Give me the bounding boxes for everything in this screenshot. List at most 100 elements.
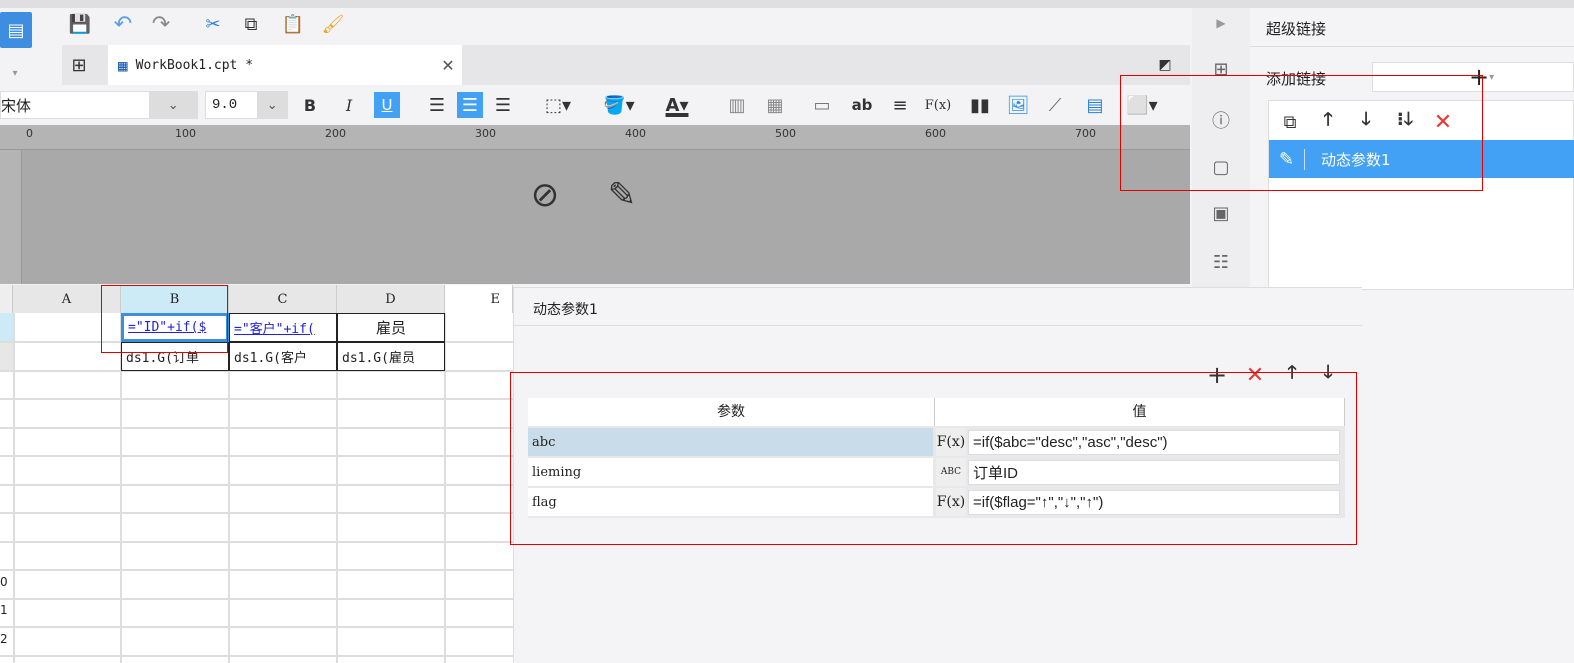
- expand-icon[interactable]: ◩: [1152, 52, 1178, 78]
- split-cells-icon[interactable]: ▦: [762, 92, 788, 118]
- cell-d2[interactable]: ds1.G(雇员: [337, 342, 445, 371]
- param-row[interactable]: flag F(x) =if($flag="↑","↓","↑"): [528, 488, 1345, 516]
- cell-c2[interactable]: ds1.G(客户: [229, 342, 337, 371]
- subreport-icon[interactable]: ▤: [1082, 92, 1108, 118]
- new-sheet-icon[interactable]: ⊞: [66, 52, 92, 78]
- cell-b2[interactable]: ds1.G(订单: [121, 342, 229, 371]
- move-up-icon[interactable]: 🡑: [1279, 362, 1305, 388]
- cell-info-icon[interactable]: ⓘ: [1208, 107, 1234, 133]
- fill-color-icon[interactable]: 🪣▾: [598, 92, 640, 118]
- link-item-dynamic-param[interactable]: ✎ 动态参数1: [1269, 140, 1574, 178]
- format-painter-icon[interactable]: 🖌: [320, 11, 346, 37]
- header-param: 参数: [528, 398, 935, 426]
- cell-border-icon[interactable]: ▢: [1208, 154, 1234, 180]
- cell-attributes-icon[interactable]: ⊞: [1208, 56, 1234, 82]
- row-number: 1: [0, 603, 8, 617]
- row-header-2[interactable]: [0, 342, 13, 371]
- cell-b1[interactable]: ="ID"+if($: [121, 313, 229, 342]
- move-down-icon[interactable]: 🡓: [1315, 362, 1341, 388]
- tab-label: WorkBook1.cpt *: [135, 57, 254, 73]
- chevron-down-icon: ⌄: [149, 92, 197, 118]
- grid-line: [0, 398, 513, 400]
- ruler-tick: 0: [26, 127, 33, 140]
- save-icon[interactable]: 💾: [67, 11, 93, 37]
- grid-line: [0, 569, 513, 571]
- formula-icon[interactable]: F(x): [925, 92, 952, 118]
- eye-slash-icon[interactable]: ⊘: [520, 172, 570, 218]
- move-bottom-icon[interactable]: ⁝🡓: [1392, 109, 1418, 135]
- bold-button[interactable]: B: [297, 92, 323, 118]
- string-type-icon[interactable]: ABC: [936, 458, 966, 486]
- cut-icon[interactable]: ✂: [200, 11, 226, 37]
- font-select[interactable]: 宋体 ⌄: [0, 91, 198, 119]
- column-header-a[interactable]: A: [13, 285, 121, 313]
- copy-icon[interactable]: ⧉: [238, 11, 264, 37]
- row-number: 0: [0, 575, 8, 589]
- merge-cells-icon[interactable]: ▥: [724, 92, 750, 118]
- param-row[interactable]: lieming ABC 订单ID: [528, 458, 1345, 486]
- delete-icon[interactable]: ✕: [1430, 109, 1456, 135]
- param-value[interactable]: =if($abc="desc","asc","desc"): [968, 430, 1340, 455]
- column-header-d[interactable]: D: [337, 285, 445, 313]
- horizontal-ruler: 0 100 200 300 400 500 600 700: [0, 125, 1190, 150]
- link-item-label: 动态参数1: [1321, 150, 1391, 169]
- chevron-down-icon: ⌄: [257, 92, 287, 118]
- param-value[interactable]: =if($flag="↑","↓","↑"): [968, 490, 1340, 515]
- slash-icon[interactable]: ⟋: [1042, 92, 1068, 118]
- ruler-tick: 600: [925, 127, 946, 140]
- align-center-icon[interactable]: ☰: [457, 92, 483, 118]
- param-table-header: 参数 值: [528, 398, 1345, 426]
- image-icon[interactable]: 🖼: [1005, 92, 1031, 118]
- app-logo-icon[interactable]: ▤: [0, 12, 32, 48]
- chart-icon[interactable]: ▮▮: [967, 92, 993, 118]
- add-link-dropdown[interactable]: + ▾: [1372, 62, 1574, 92]
- param-name[interactable]: flag: [528, 488, 933, 516]
- grid-line: [0, 484, 513, 486]
- ruler-tick: 100: [175, 127, 196, 140]
- formula-type-icon[interactable]: F(x): [936, 428, 966, 456]
- font-color-icon[interactable]: A▾: [655, 92, 699, 118]
- param-value[interactable]: 订单ID: [968, 460, 1340, 485]
- column-header-c[interactable]: C: [229, 285, 337, 313]
- text-icon[interactable]: ab: [849, 92, 875, 118]
- close-tab-icon[interactable]: ✕: [435, 52, 461, 78]
- copy-icon[interactable]: ⧉: [1277, 109, 1303, 135]
- param-name[interactable]: abc: [528, 428, 933, 456]
- row-number: 2: [0, 632, 8, 646]
- param-row[interactable]: abc F(x) =if($abc="desc","asc","desc"): [528, 428, 1345, 456]
- italic-button[interactable]: I: [336, 92, 362, 118]
- delete-param-icon[interactable]: ✕: [1242, 362, 1268, 388]
- undo-icon[interactable]: ↶: [110, 11, 136, 37]
- tab-workbook1[interactable]: ▦ WorkBook1.cpt *: [108, 45, 462, 85]
- move-up-icon[interactable]: 🡑: [1315, 109, 1341, 135]
- textbox-icon[interactable]: ▭: [809, 92, 835, 118]
- align-left-icon[interactable]: ☰: [424, 92, 450, 118]
- redo-icon[interactable]: ↷: [148, 11, 174, 37]
- header-value: 值: [935, 398, 1345, 426]
- formula-type-icon[interactable]: F(x): [936, 488, 966, 516]
- column-header-e[interactable]: E: [445, 285, 513, 313]
- collapse-arrow-icon[interactable]: ▶: [1208, 10, 1234, 36]
- ruler-tick: 500: [775, 127, 796, 140]
- border-icon[interactable]: ⬚▾: [537, 92, 579, 118]
- row-header-1[interactable]: [0, 313, 13, 342]
- chevron-down-icon[interactable]: ▾: [2, 60, 28, 86]
- paragraph-icon[interactable]: ≡: [887, 92, 913, 118]
- font-size-select[interactable]: 9.0 ⌄: [205, 91, 288, 119]
- widget-icon[interactable]: ▣: [1208, 200, 1234, 226]
- add-param-icon[interactable]: +: [1204, 361, 1230, 389]
- underline-button[interactable]: U: [374, 92, 400, 118]
- param-name[interactable]: lieming: [528, 458, 933, 486]
- grid-line: [0, 626, 513, 628]
- move-down-icon[interactable]: 🡓: [1353, 109, 1379, 135]
- panel-title: 超级链接: [1266, 20, 1327, 38]
- cell-c1[interactable]: ="客户"+if(: [229, 313, 337, 342]
- align-right-icon[interactable]: ☰: [490, 92, 516, 118]
- pencil-icon[interactable]: ✎: [597, 172, 647, 218]
- paste-icon[interactable]: 📋: [280, 11, 306, 37]
- grid-line: [0, 598, 513, 600]
- cell-border-icon[interactable]: ⬜▾: [1122, 92, 1162, 118]
- cell-d1[interactable]: 雇员: [337, 313, 445, 342]
- layout-icon[interactable]: ☷: [1208, 249, 1234, 275]
- column-header-b[interactable]: B: [121, 285, 229, 313]
